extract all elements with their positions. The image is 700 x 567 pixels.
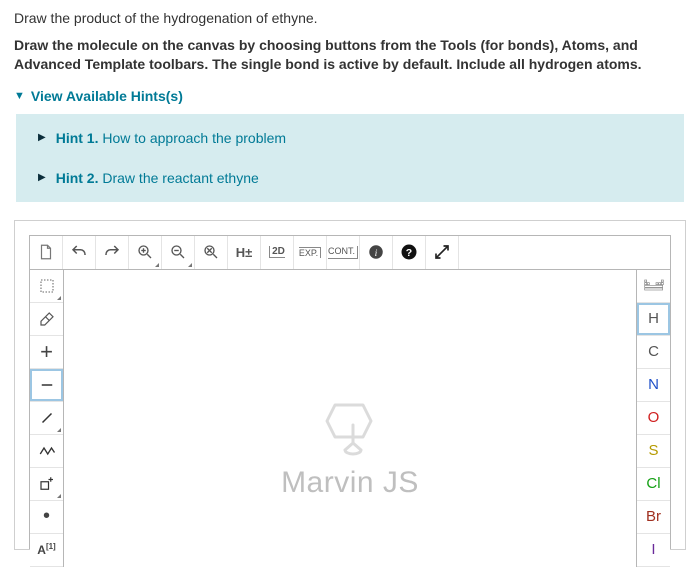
caret-right-icon: ▶	[38, 132, 46, 143]
undo-button[interactable]	[63, 236, 96, 269]
new-document-button[interactable]	[30, 236, 63, 269]
zoom-in-button[interactable]	[129, 236, 162, 269]
hint-1[interactable]: ▶ Hint 1. How to approach the problem	[16, 118, 684, 158]
atom-h-button[interactable]: H	[637, 303, 670, 336]
chain-tool-button[interactable]	[30, 435, 63, 468]
bond-tool-button[interactable]	[30, 402, 63, 435]
clean-2d-label: 2D	[269, 246, 285, 258]
svg-text:?: ?	[406, 247, 412, 259]
zoom-reset-button[interactable]	[195, 236, 228, 269]
clean-2d-button[interactable]: 2D	[261, 236, 294, 269]
contract-group-button[interactable]: CONT.	[327, 236, 360, 269]
about-button[interactable]: i	[360, 236, 393, 269]
atom-br-button[interactable]: Br	[637, 501, 670, 534]
right-toolbar: H C N O S Cl Br I	[636, 270, 670, 567]
expand-group-button[interactable]: EXP.	[294, 236, 327, 269]
hints-panel: ▶ Hint 1. How to approach the problem ▶ …	[16, 114, 684, 202]
hydrogen-toggle-button[interactable]: H±	[228, 236, 261, 269]
atom-c-button[interactable]: C	[637, 336, 670, 369]
hint-label: Hint 1.	[56, 130, 99, 146]
svg-text:i: i	[375, 248, 378, 259]
help-button[interactable]: ?	[393, 236, 426, 269]
abbrev-sup: [1]	[46, 542, 56, 551]
question-line-2: Draw the molecule on the canvas by choos…	[14, 36, 686, 74]
hint-label: Hint 2.	[56, 170, 99, 186]
atom-o-button[interactable]: O	[637, 402, 670, 435]
caret-right-icon: ▶	[38, 172, 46, 183]
hints-toggle-label: View Available Hints(s)	[31, 88, 183, 104]
selection-tool-button[interactable]	[30, 270, 63, 303]
contract-label: CONT.	[328, 246, 358, 259]
atom-n-button[interactable]: N	[637, 369, 670, 402]
marvin-logo-icon	[315, 397, 385, 460]
caret-down-icon: ▼	[14, 90, 25, 102]
atom-i-button[interactable]: I	[637, 534, 670, 567]
marvin-editor: H± 2D EXP. CONT. i ? +	[29, 235, 671, 549]
drawing-canvas[interactable]: Marvin JS	[64, 270, 636, 567]
question-line-1: Draw the product of the hydrogenation of…	[14, 10, 686, 26]
zoom-out-button[interactable]	[162, 236, 195, 269]
hint-2[interactable]: ▶ Hint 2. Draw the reactant ethyne	[16, 158, 684, 198]
fullscreen-button[interactable]	[426, 236, 459, 269]
atom-s-button[interactable]: S	[637, 435, 670, 468]
hint-text: Draw the reactant ethyne	[102, 170, 258, 186]
marvin-watermark-text: Marvin JS	[281, 466, 419, 500]
abbreviation-tool-button[interactable]: A[1]	[30, 534, 63, 567]
charge-tool-button[interactable]	[30, 468, 63, 501]
eraser-tool-button[interactable]	[30, 303, 63, 336]
redo-button[interactable]	[96, 236, 129, 269]
hints-toggle[interactable]: ▼ View Available Hints(s)	[14, 88, 686, 104]
top-toolbar: H± 2D EXP. CONT. i ?	[30, 236, 670, 270]
atom-cl-button[interactable]: Cl	[637, 468, 670, 501]
periodic-table-button[interactable]	[637, 270, 670, 303]
single-bond-button[interactable]	[30, 369, 63, 402]
expand-label: EXP.	[299, 247, 321, 258]
editor-container: H± 2D EXP. CONT. i ? +	[14, 220, 686, 550]
abbrev-letter: A	[37, 543, 46, 557]
increase-charge-button[interactable]: +	[30, 336, 63, 369]
hint-text: How to approach the problem	[102, 130, 286, 146]
radical-tool-button[interactable]: •	[30, 501, 63, 534]
left-toolbar: + • A[1]	[30, 270, 64, 567]
